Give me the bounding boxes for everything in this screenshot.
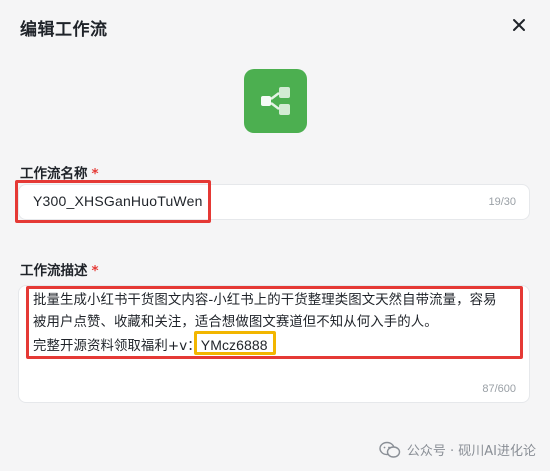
- watermark: 公众号 · 砚川AI进化论: [379, 440, 536, 459]
- description-line-1: 批量生成小红书干货图文内容-小红书上的干货整理类图文天然自带流量，容易: [33, 293, 497, 308]
- workflow-name-label: 工作流名称 *: [20, 162, 99, 182]
- description-line-2: 被用户点赞、收藏和关注，适合想做图文赛道但不知从何入手的人。: [33, 315, 438, 330]
- workflow-description-label-text: 工作流描述: [20, 263, 88, 279]
- workflow-name-label-text: 工作流名称: [20, 166, 88, 182]
- description-line-3: 完整开源资料领取福利+v：YMcz6888: [33, 334, 521, 358]
- workflow-name-value: Y300_XHSGanHuoTuWen: [33, 193, 203, 209]
- wechat-icon: [379, 441, 401, 458]
- edit-workflow-dialog: 编辑工作流 工作流名称 * Y300_XHSGanHuoTuWen 19/30 工…: [0, 0, 550, 471]
- workflow-description-label: 工作流描述 *: [20, 259, 99, 279]
- watermark-text: 公众号 · 砚川AI进化论: [406, 444, 536, 459]
- name-char-counter: 19/30: [488, 196, 516, 208]
- workflow-description-textarea[interactable]: 批量生成小红书干货图文内容-小红书上的干货整理类图文天然自带流量，容易 被用户点…: [18, 285, 530, 403]
- required-mark: *: [91, 263, 99, 279]
- workflow-app-icon[interactable]: [244, 69, 307, 133]
- workflow-name-input[interactable]: Y300_XHSGanHuoTuWen 19/30: [18, 184, 530, 220]
- close-button[interactable]: [508, 14, 530, 36]
- description-char-counter: 87/600: [482, 383, 516, 395]
- dialog-title: 编辑工作流: [20, 20, 108, 40]
- required-mark: *: [91, 166, 99, 182]
- share-nodes-icon: [260, 87, 290, 115]
- description-line-3-prefix: 完整开源资料领取福利+v：: [33, 339, 201, 354]
- contact-code: YMcz6888: [200, 337, 268, 353]
- close-icon: [513, 19, 525, 31]
- workflow-description-value: 批量生成小红书干货图文内容-小红书上的干货整理类图文天然自带流量，容易 被用户点…: [33, 290, 521, 358]
